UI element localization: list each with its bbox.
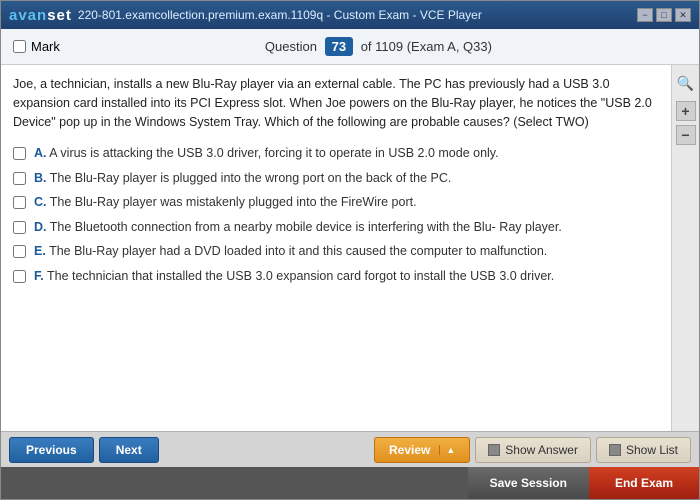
question-number-badge: 73 [325,37,353,56]
option-d-text: The Bluetooth connection from a nearby m… [50,220,562,234]
option-e: E. The Blu-Ray player had a DVD loaded i… [13,243,659,261]
mark-area: Mark [13,39,60,54]
app-logo: avanset [9,7,72,24]
zoom-out-button[interactable]: − [676,125,696,145]
option-f-text: The technician that installed the USB 3.… [47,269,554,283]
bottom-action-bar: Save Session End Exam [1,467,699,499]
search-icon[interactable]: 🔍 [676,73,696,93]
review-button[interactable]: Review ▲ [374,437,470,463]
option-d: D. The Bluetooth connection from a nearb… [13,219,659,237]
right-sidebar: 🔍 + − [671,65,699,431]
option-c-label: C. [34,195,47,209]
next-button[interactable]: Next [99,437,159,463]
option-b-label: B. [34,171,47,185]
question-body: Joe, a technician, installs a new Blu-Ra… [13,75,659,131]
review-arrow-icon: ▲ [439,445,455,455]
end-exam-button[interactable]: End Exam [589,467,699,499]
show-answer-label: Show Answer [505,443,578,457]
option-c-text: The Blu-Ray player was mistakenly plugge… [50,195,417,209]
option-c-checkbox[interactable] [13,196,26,209]
option-a-label: A. [34,146,47,160]
question-word: Question [265,39,317,54]
show-answer-button[interactable]: Show Answer [475,437,591,463]
show-list-button[interactable]: Show List [596,437,691,463]
main-content: Joe, a technician, installs a new Blu-Ra… [1,65,699,431]
option-d-label: D. [34,220,47,234]
option-a-checkbox[interactable] [13,147,26,160]
show-answer-checkbox-icon [488,444,500,456]
save-session-button[interactable]: Save Session [468,467,589,499]
title-bar-left: avanset 220-801.examcollection.premium.e… [9,7,482,24]
option-f-checkbox[interactable] [13,270,26,283]
main-window: avanset 220-801.examcollection.premium.e… [0,0,700,500]
option-c: C. The Blu-Ray player was mistakenly plu… [13,194,659,212]
option-f: F. The technician that installed the USB… [13,268,659,286]
content-area: Joe, a technician, installs a new Blu-Ra… [1,65,671,431]
option-b: B. The Blu-Ray player is plugged into th… [13,170,659,188]
option-a: A. A virus is attacking the USB 3.0 driv… [13,145,659,163]
option-d-checkbox[interactable] [13,221,26,234]
minimize-button[interactable]: − [637,8,653,22]
window-title: 220-801.examcollection.premium.exam.1109… [78,8,482,22]
show-list-checkbox-icon [609,444,621,456]
option-b-checkbox[interactable] [13,172,26,185]
option-f-label: F. [34,269,44,283]
window-controls: − □ ✕ [637,8,691,22]
close-button[interactable]: ✕ [675,8,691,22]
option-e-checkbox[interactable] [13,245,26,258]
option-e-label: E. [34,244,46,258]
maximize-button[interactable]: □ [656,8,672,22]
mark-checkbox[interactable] [13,40,26,53]
option-a-text: A virus is attacking the USB 3.0 driver,… [49,146,498,160]
question-of-text: of 1109 (Exam A, Q33) [361,39,492,54]
review-label: Review [389,443,430,457]
show-list-label: Show List [626,443,678,457]
title-bar: avanset 220-801.examcollection.premium.e… [1,1,699,29]
logo-first: avan [9,7,47,24]
bottom-toolbar: Previous Next Review ▲ Show Answer Show … [1,431,699,467]
option-e-text: The Blu-Ray player had a DVD loaded into… [49,244,547,258]
question-number-area: Question 73 of 1109 (Exam A, Q33) [70,37,687,56]
option-b-text: The Blu-Ray player is plugged into the w… [50,171,452,185]
mark-label: Mark [31,39,60,54]
zoom-in-button[interactable]: + [676,101,696,121]
logo-second: set [47,7,72,24]
question-header: Mark Question 73 of 1109 (Exam A, Q33) [1,29,699,65]
previous-button[interactable]: Previous [9,437,94,463]
